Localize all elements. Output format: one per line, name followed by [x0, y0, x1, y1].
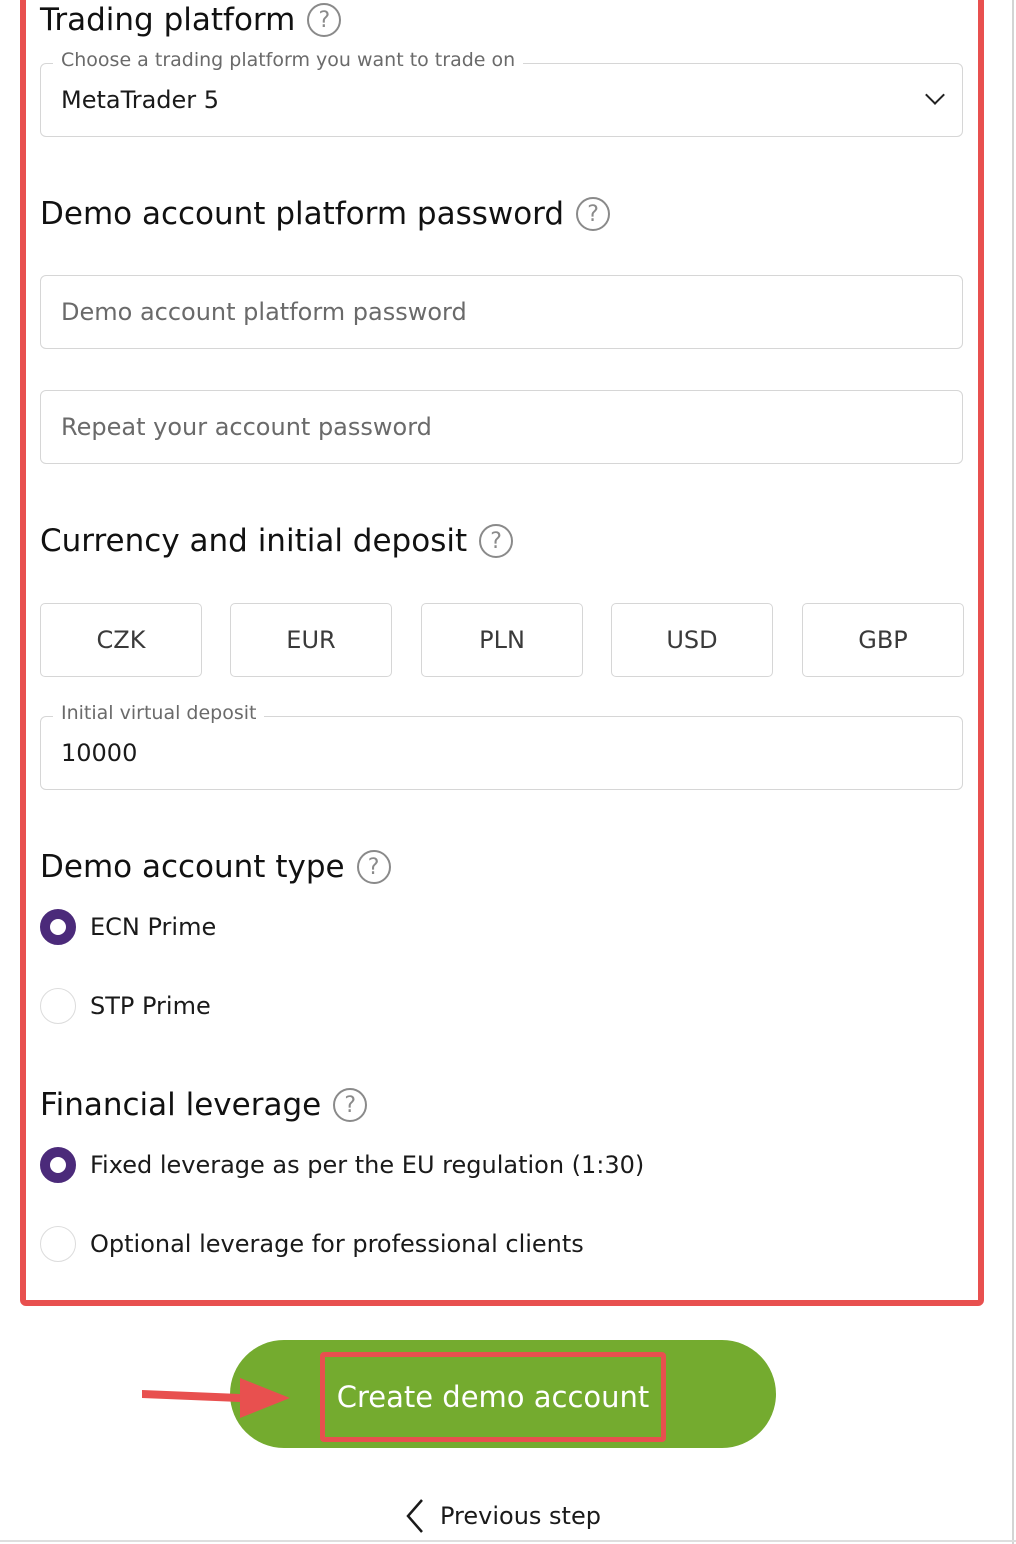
password-heading: Demo account platform password: [40, 196, 565, 232]
radio-checked[interactable]: [40, 1147, 76, 1183]
arrow-right-icon: [142, 1378, 290, 1418]
previous-step-label: Previous step: [440, 1502, 601, 1530]
repeat-password-field-wrapper: [40, 390, 963, 464]
deposit-field[interactable]: Initial virtual deposit 10000: [40, 702, 963, 790]
leverage-title: Financial leverage ?: [40, 1087, 368, 1123]
chevron-down-icon: [925, 85, 945, 105]
trading-platform-select[interactable]: Choose a trading platform you want to tr…: [40, 49, 963, 137]
help-icon[interactable]: ?: [479, 524, 514, 558]
radio-label: Optional leverage for professional clien…: [90, 1230, 584, 1258]
trading-platform-heading: Trading platform: [40, 2, 296, 38]
repeat-password-input[interactable]: [41, 391, 962, 463]
create-demo-account-button[interactable]: Create demo account: [320, 1352, 666, 1442]
radio-unchecked[interactable]: [40, 1226, 76, 1262]
bottom-divider: [0, 1540, 1016, 1542]
radio-label: STP Prime: [90, 992, 211, 1020]
radio-label: ECN Prime: [90, 913, 217, 941]
password-input[interactable]: [41, 276, 962, 348]
account-type-option-ecn[interactable]: ECN Prime: [40, 909, 216, 945]
help-icon[interactable]: ?: [356, 850, 391, 884]
leverage-option-fixed[interactable]: Fixed leverage as per the EU regulation …: [40, 1147, 644, 1183]
radio-label: Fixed leverage as per the EU regulation …: [90, 1151, 645, 1179]
radio-unchecked[interactable]: [40, 988, 76, 1024]
currency-button-gbp[interactable]: GBP: [802, 603, 964, 677]
trading-platform-title: Trading platform ?: [40, 2, 342, 38]
account-type-option-stp[interactable]: STP Prime: [40, 988, 211, 1024]
leverage-heading: Financial leverage: [40, 1087, 322, 1123]
radio-checked[interactable]: [40, 909, 76, 945]
account-type-heading: Demo account type: [40, 849, 345, 885]
currency-button-eur[interactable]: EUR: [230, 603, 392, 677]
currency-button-czk[interactable]: CZK: [40, 603, 202, 677]
help-icon[interactable]: ?: [307, 3, 342, 37]
password-title: Demo account platform password ?: [40, 196, 611, 232]
deposit-legend: Initial virtual deposit: [53, 702, 265, 724]
chevron-left-icon: [406, 1499, 423, 1533]
currency-button-usd[interactable]: USD: [611, 603, 773, 677]
help-icon[interactable]: ?: [333, 1088, 368, 1122]
currency-button-pln[interactable]: PLN: [421, 603, 583, 677]
leverage-option-professional[interactable]: Optional leverage for professional clien…: [40, 1226, 584, 1262]
page: Trading platform ? Choose a trading plat…: [0, 0, 1016, 1544]
trading-platform-value: MetaTrader 5: [61, 86, 220, 114]
password-field-wrapper: [40, 275, 963, 349]
account-type-title: Demo account type ?: [40, 849, 391, 885]
deposit-value: 10000: [61, 739, 138, 767]
trading-platform-legend: Choose a trading platform you want to tr…: [53, 49, 524, 71]
currency-title: Currency and initial deposit ?: [40, 523, 514, 559]
currency-heading: Currency and initial deposit: [40, 523, 468, 559]
scrollbar-edge: [1012, 0, 1014, 1544]
help-icon[interactable]: ?: [576, 197, 611, 231]
previous-step-link[interactable]: Previous step: [400, 1496, 601, 1536]
currency-options: CZK EUR PLN USD GBP: [40, 603, 964, 677]
